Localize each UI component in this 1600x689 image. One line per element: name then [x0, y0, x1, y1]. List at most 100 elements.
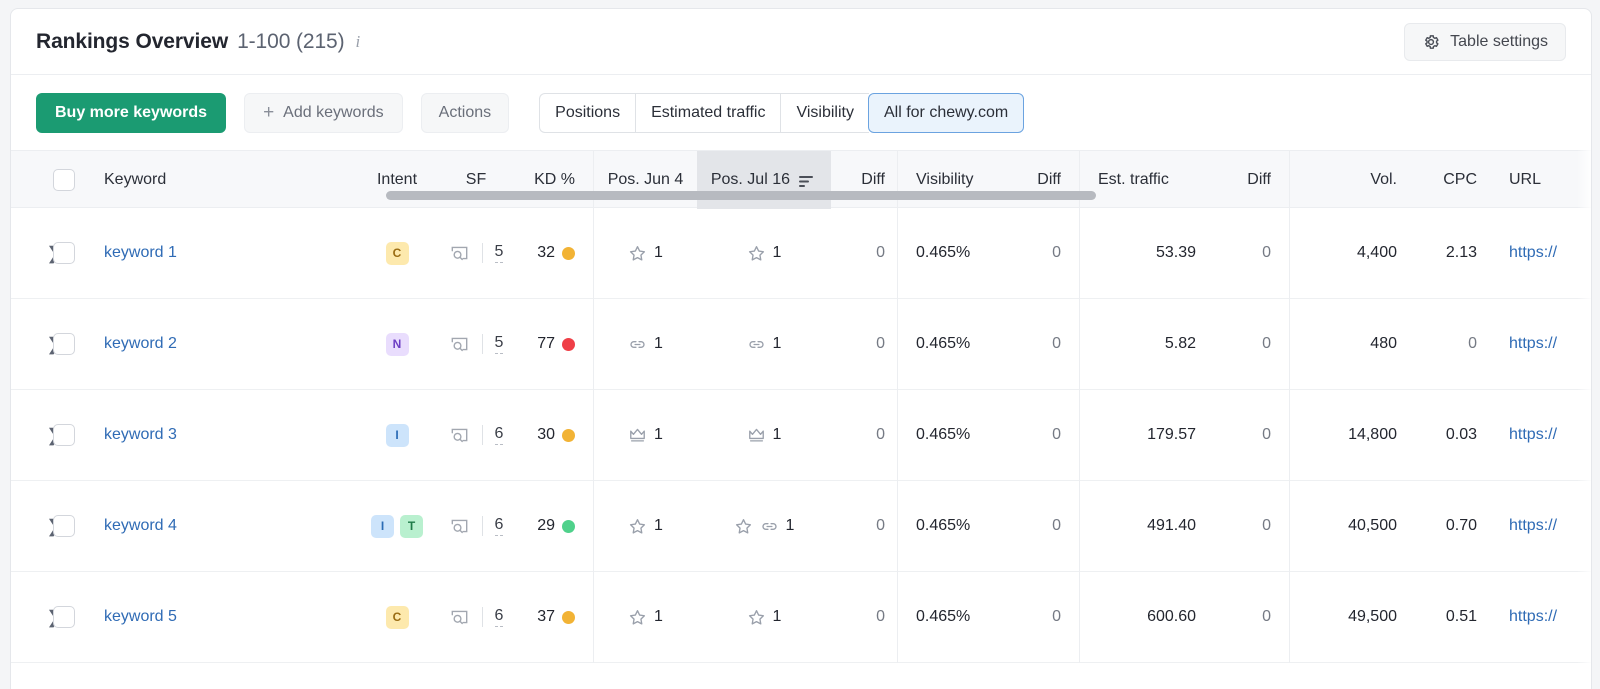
actions-button[interactable]: Actions — [420, 92, 510, 133]
keyword-link[interactable]: keyword 5 — [104, 608, 177, 626]
table-row[interactable]: ❯ keyword 3 I 6 30 1 1 0 0.465% 0 179.57… — [11, 389, 1591, 481]
header-diff-traffic[interactable]: Diff — [1219, 151, 1289, 209]
diff-traffic-cell: 0 — [1262, 608, 1271, 625]
serp-feature-icon — [451, 246, 467, 261]
select-all-checkbox[interactable] — [53, 169, 75, 191]
table-header: Keyword Intent SF KD % Pos. Jun 4 Pos. J… — [11, 150, 1591, 209]
keyword-link[interactable]: keyword 1 — [104, 244, 177, 262]
diff-visibility-cell: 0 — [1052, 426, 1061, 443]
star-icon — [629, 609, 646, 625]
row-checkbox[interactable] — [53, 242, 75, 264]
intent-cell: IT — [361, 481, 433, 572]
diff-traffic-cell: 0 — [1262, 517, 1271, 534]
url-link[interactable]: https:// — [1509, 244, 1557, 262]
page-root: Rankings Overview 1-100 (215) i Table se… — [0, 0, 1600, 689]
info-icon[interactable]: i — [356, 32, 361, 52]
header-vol[interactable]: Vol. — [1289, 151, 1415, 209]
crown-icon — [630, 428, 645, 442]
table-row[interactable]: ❯ keyword 1 C 5 32 1 1 0 0.465% 0 53.39 … — [11, 207, 1591, 299]
row-select-cell — [53, 390, 89, 481]
horizontal-scrollbar[interactable] — [386, 191, 1096, 200]
crown-icon — [748, 428, 764, 442]
tab-estimated-traffic[interactable]: Estimated traffic — [635, 92, 781, 133]
header-pos-prev[interactable]: Pos. Jun 4 — [593, 151, 697, 209]
diff-positions-cell: 0 — [876, 608, 885, 625]
url-link[interactable]: https:// — [1509, 426, 1557, 444]
header-sf[interactable]: SF — [433, 151, 519, 209]
rankings-table: Keyword Intent SF KD % Pos. Jun 4 Pos. J… — [11, 150, 1591, 663]
header-visibility[interactable]: Visibility — [897, 151, 1009, 209]
sf-count[interactable]: 6 — [494, 425, 504, 445]
keyword-cell: keyword 3 — [89, 390, 361, 481]
url-link[interactable]: https:// — [1509, 335, 1557, 353]
header-intent[interactable]: Intent — [361, 151, 433, 209]
header-keyword[interactable]: Keyword — [89, 151, 361, 209]
intent-badge-t[interactable]: T — [400, 514, 423, 538]
position-previous-value: 1 — [654, 426, 663, 443]
url-cell: https:// — [1495, 208, 1585, 299]
header-pos-curr[interactable]: Pos. Jul 16 — [697, 151, 831, 209]
url-link[interactable]: https:// — [1509, 517, 1557, 535]
row-expand-cell: ❯ — [11, 572, 61, 663]
position-current-value: 1 — [772, 335, 782, 352]
url-cell: https:// — [1495, 481, 1585, 572]
row-checkbox[interactable] — [53, 515, 75, 537]
intent-badge-c[interactable]: C — [385, 241, 409, 265]
header-pos-curr-label: Pos. Jul 16 — [710, 171, 790, 188]
buy-more-keywords-button[interactable]: Buy more keywords — [36, 92, 227, 133]
header-kd[interactable]: KD % — [519, 151, 593, 209]
intent-cell: C — [361, 208, 433, 299]
cpc-cell: 2.13 — [1445, 244, 1477, 261]
position-current-value: 1 — [772, 608, 782, 625]
add-keywords-label: Add keywords — [283, 103, 384, 121]
header-diff-visibility[interactable]: Diff — [1009, 151, 1079, 209]
keyword-link[interactable]: keyword 2 — [104, 335, 177, 353]
url-cell: https:// — [1495, 572, 1585, 663]
row-checkbox[interactable] — [53, 333, 75, 355]
keyword-link[interactable]: keyword 4 — [104, 517, 177, 535]
row-checkbox[interactable] — [53, 606, 75, 628]
kd-value: 77 — [537, 335, 555, 352]
header-cpc[interactable]: CPC — [1415, 151, 1495, 209]
keyword-cell: keyword 5 — [89, 572, 361, 663]
intent-badge-c[interactable]: C — [385, 605, 409, 629]
kd-value: 37 — [537, 608, 555, 625]
sf-cell: 6 — [433, 572, 519, 663]
tab-visibility[interactable]: Visibility — [780, 92, 869, 133]
row-checkbox[interactable] — [53, 424, 75, 446]
header-diff-positions[interactable]: Diff — [831, 151, 897, 209]
kd-difficulty-dot — [562, 246, 575, 260]
row-select-cell — [53, 208, 89, 299]
position-previous-value: 1 — [654, 244, 663, 261]
serp-feature-icon — [451, 337, 467, 352]
star-icon — [629, 518, 646, 534]
sf-count[interactable]: 6 — [494, 516, 504, 536]
star-icon — [748, 245, 764, 261]
sf-count[interactable]: 6 — [494, 607, 504, 627]
intent-badge-i[interactable]: I — [371, 514, 394, 538]
kd-value: 32 — [537, 244, 555, 261]
table-row[interactable]: ❯ keyword 5 C 6 37 1 1 0 0.465% 0 600.60… — [11, 571, 1591, 663]
table-settings-button[interactable]: Table settings — [1404, 22, 1566, 61]
tab-positions[interactable]: Positions — [539, 92, 636, 133]
table-row[interactable]: ❯ keyword 4 IT 6 29 1 1 0 0.465% 0 491.4… — [11, 480, 1591, 572]
kd-cell: 32 — [519, 208, 593, 299]
header-url[interactable]: URL — [1495, 151, 1585, 209]
add-keywords-button[interactable]: + Add keywords — [244, 92, 403, 133]
header-spacer — [11, 151, 53, 209]
tab-all-for-domain[interactable]: All for chewy.com — [867, 92, 1025, 133]
est-traffic-cell: 5.82 — [1079, 298, 1219, 390]
serp-feature-icon — [451, 610, 467, 625]
intent-badge-i[interactable]: I — [385, 423, 409, 447]
url-link[interactable]: https:// — [1509, 608, 1557, 626]
keyword-link[interactable]: keyword 3 — [104, 426, 177, 444]
sf-count[interactable]: 5 — [494, 334, 504, 354]
keyword-cell: keyword 4 — [89, 481, 361, 572]
intent-badge-n[interactable]: N — [385, 332, 409, 356]
table-row[interactable]: ❯ keyword 2 N 5 77 1 1 0 0.465% 0 5.82 0… — [11, 298, 1591, 390]
position-previous-cell: 1 — [593, 480, 697, 572]
toolbar: Buy more keywords + Add keywords Actions… — [11, 75, 1591, 150]
sf-count[interactable]: 5 — [494, 243, 504, 263]
position-current-value: 1 — [772, 426, 782, 443]
header-est-traffic[interactable]: Est. traffic — [1079, 151, 1219, 209]
